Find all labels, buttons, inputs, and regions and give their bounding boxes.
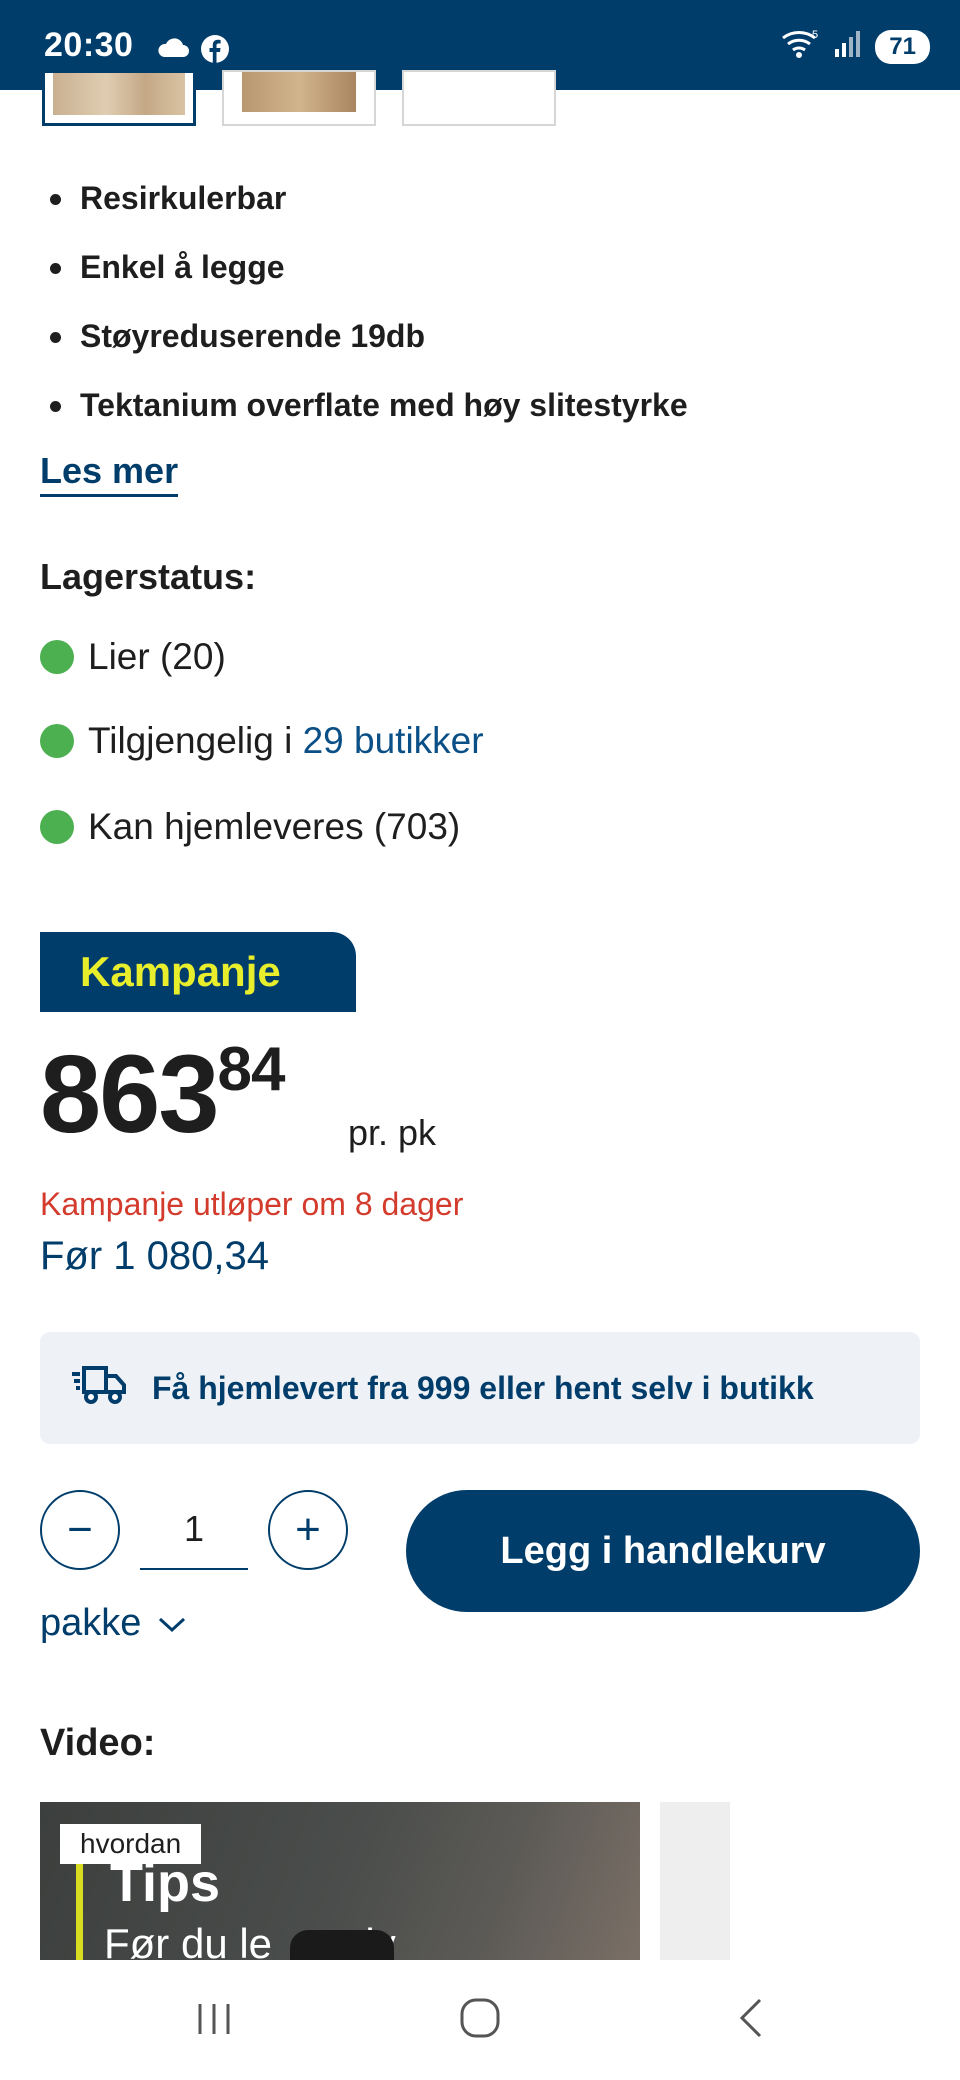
product-thumbnail[interactable] <box>42 70 196 126</box>
video-stripe <box>76 1862 83 1960</box>
campaign-expiry: Kampanje utløper om 8 dager <box>40 1186 464 1222</box>
stores-link[interactable]: 29 butikker <box>303 720 484 762</box>
delivery-truck-icon <box>70 1360 128 1416</box>
quantity-input[interactable]: 1 <box>140 1496 248 1570</box>
delivery-text: Få hjemlevert fra 999 eller hent selv i … <box>152 1369 814 1406</box>
in-stock-icon <box>40 810 74 844</box>
facebook-icon <box>200 34 230 69</box>
feature-item: Enkel å legge <box>40 239 688 308</box>
chevron-down-icon <box>157 1602 187 1645</box>
product-thumbnail[interactable] <box>402 70 556 126</box>
price: 86384 <box>40 1039 285 1150</box>
stock-title: Lagerstatus: <box>40 556 257 597</box>
stock-store: Lier (20) <box>40 636 226 678</box>
increase-quantity-button[interactable]: + <box>268 1490 348 1570</box>
signal-icon <box>833 29 863 64</box>
price-main: 863 <box>40 1033 220 1156</box>
read-more-link[interactable]: Les mer <box>40 450 179 497</box>
video-tag: hvordan <box>60 1824 202 1864</box>
decrease-quantity-button[interactable]: − <box>40 1490 120 1570</box>
video-thumbnail[interactable] <box>660 1802 730 1960</box>
price-decimals: 84 <box>217 1035 286 1104</box>
feature-list: Resirkulerbar Enkel å legge Støyredusere… <box>40 170 688 446</box>
delivery-info: Få hjemlevert fra 999 eller hent selv i … <box>40 1332 920 1444</box>
product-thumbnail[interactable] <box>222 70 376 126</box>
status-time: 20:30 <box>44 26 134 64</box>
play-icon[interactable] <box>290 1930 394 1960</box>
home-icon[interactable] <box>458 1996 502 2045</box>
system-navigation-bar <box>0 1960 960 2080</box>
price-unit: pr. pk <box>348 1112 437 1153</box>
video-thumbnail[interactable]: Tips Før du le gulv hvordan <box>40 1802 640 1960</box>
feature-item: Resirkulerbar <box>40 170 688 239</box>
stock-availability: Tilgjengelig i 29 butikker <box>40 720 484 762</box>
home-delivery-label: Kan hjemleveres (703) <box>88 806 461 847</box>
feature-item: Tektanium overflate med høy slitestyrke <box>40 377 688 446</box>
feature-item: Støyreduserende 19db <box>40 308 688 377</box>
in-stock-icon <box>40 640 74 674</box>
svg-text:5: 5 <box>812 29 818 41</box>
add-to-cart-button[interactable]: Legg i handlekurv <box>406 1490 920 1612</box>
video-section-title: Video: <box>40 1722 156 1764</box>
campaign-badge: Kampanje <box>40 932 356 1012</box>
recent-apps-icon[interactable] <box>192 1996 236 2045</box>
in-stock-icon <box>40 724 74 758</box>
wifi-icon: 5 <box>781 28 821 65</box>
battery-indicator: 71 <box>875 29 930 64</box>
previous-price: Før 1 080,34 <box>40 1234 270 1278</box>
stock-store-label: Lier (20) <box>88 636 226 677</box>
stock-available-prefix: Tilgjengelig i <box>88 720 303 761</box>
unit-select[interactable]: pakke <box>40 1602 187 1645</box>
back-icon[interactable] <box>730 1996 774 2045</box>
stock-home-delivery: Kan hjemleveres (703) <box>40 806 460 848</box>
cloud-icon <box>156 36 190 63</box>
unit-select-label: pakke <box>40 1602 142 1644</box>
status-indicators: 5 71 <box>781 28 930 65</box>
